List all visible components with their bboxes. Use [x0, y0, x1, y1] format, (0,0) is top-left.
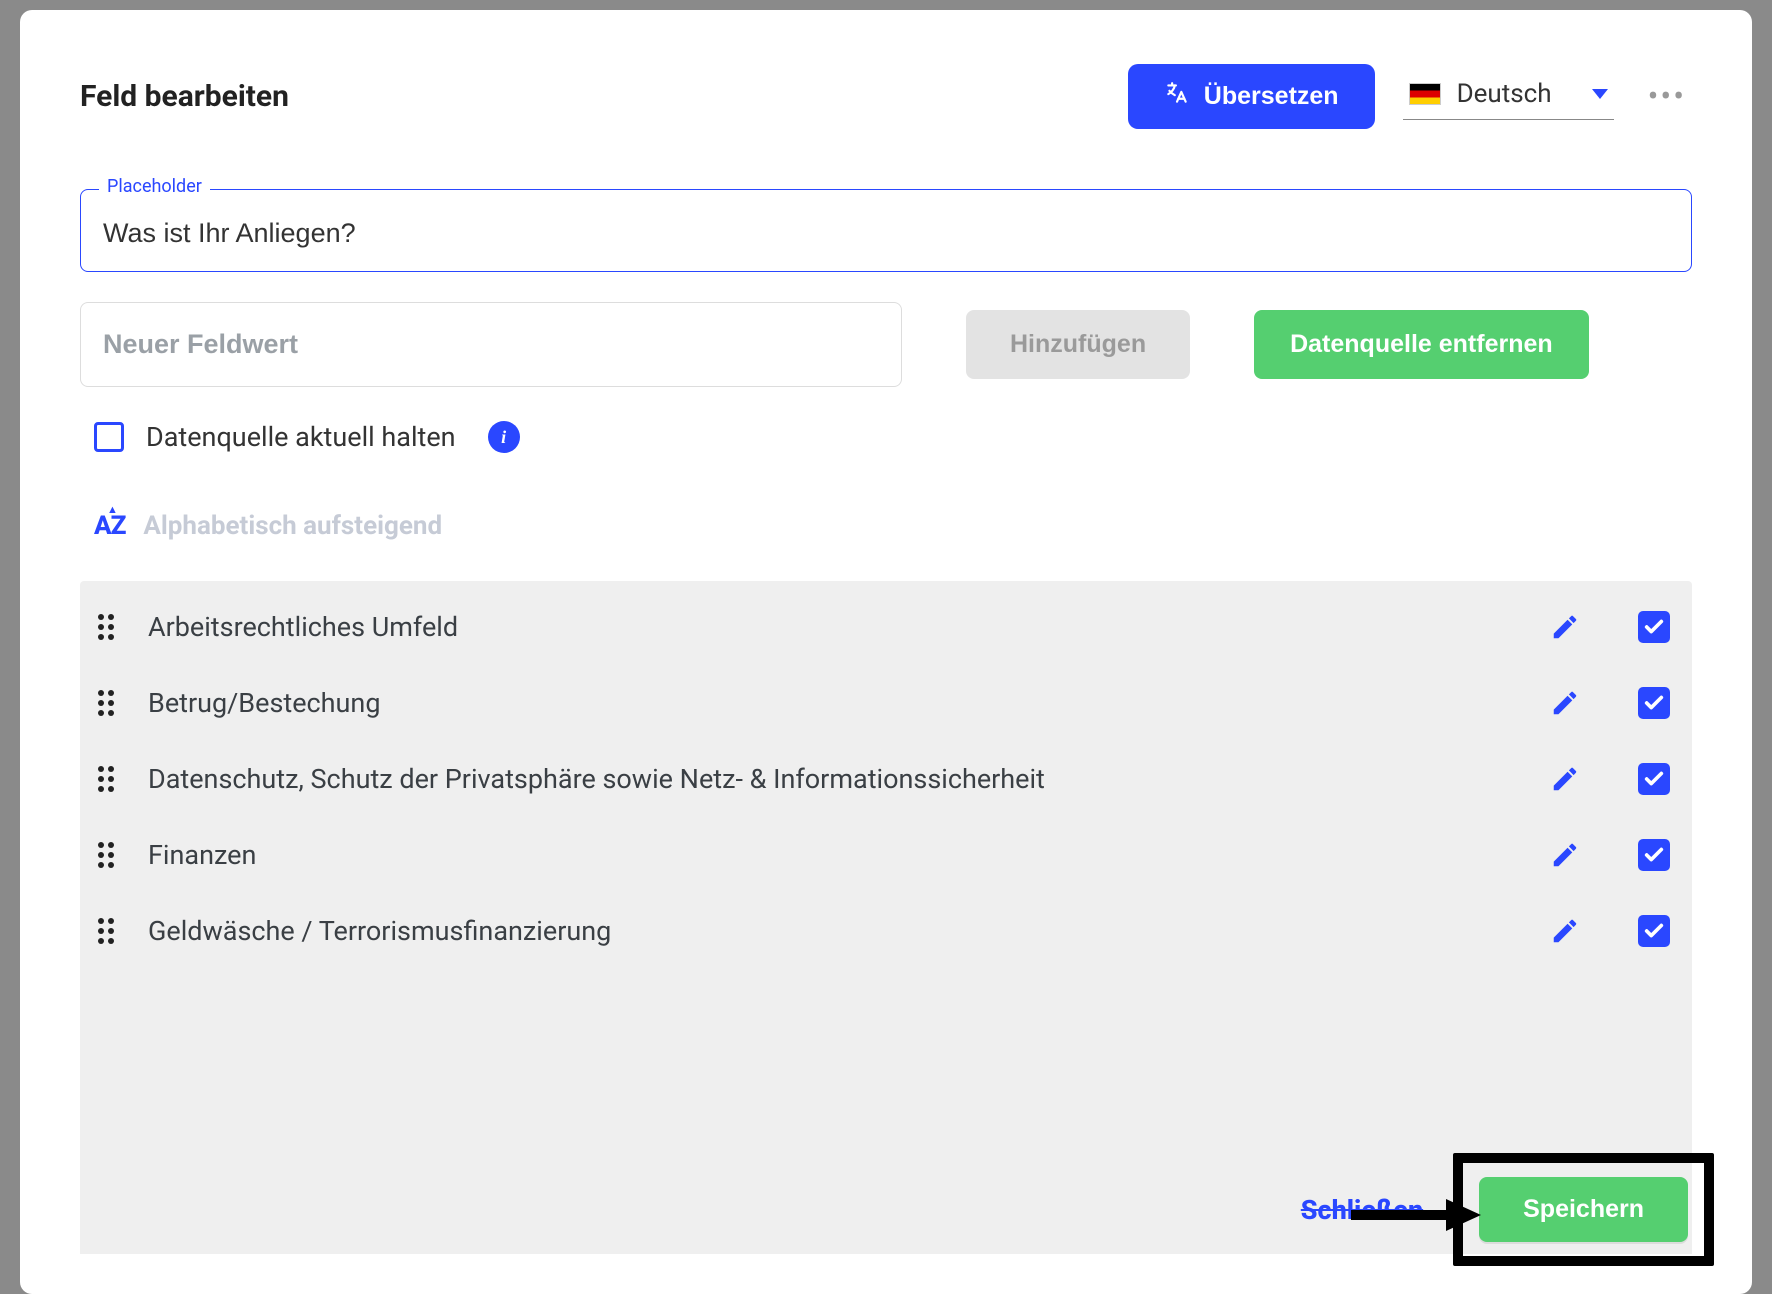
- list-item: Datenschutz, Schutz der Privatsphäre sow…: [80, 741, 1692, 817]
- drag-handle-icon[interactable]: [98, 766, 114, 792]
- save-highlight-annotation: Speichern: [1453, 1153, 1714, 1266]
- list-item: Geldwäsche / Terrorismusfinanzierung: [80, 893, 1692, 969]
- new-value-input[interactable]: [103, 329, 879, 360]
- modal-header: Feld bearbeiten Übersetzen Deutsch •••: [80, 64, 1692, 129]
- chevron-down-icon: [1592, 89, 1608, 99]
- modal-footer: Schließen Speichern: [1301, 1153, 1714, 1266]
- save-button[interactable]: Speichern: [1479, 1177, 1688, 1242]
- sort-az-icon: A▲Z: [94, 511, 125, 541]
- remove-datasource-button[interactable]: Datenquelle entfernen: [1254, 310, 1589, 379]
- keep-current-row: Datenquelle aktuell halten i: [80, 421, 1692, 453]
- list-item: Betrug/Bestechung: [80, 665, 1692, 741]
- modal-title: Feld bearbeiten: [80, 79, 289, 114]
- flag-de-icon: [1409, 83, 1441, 105]
- placeholder-field: Placeholder: [80, 189, 1692, 272]
- placeholder-input[interactable]: [103, 218, 1669, 249]
- option-label: Datenschutz, Schutz der Privatsphäre sow…: [148, 763, 1516, 795]
- add-button[interactable]: Hinzufügen: [966, 310, 1190, 379]
- list-item: Finanzen: [80, 817, 1692, 893]
- drag-handle-icon[interactable]: [98, 614, 114, 640]
- header-controls: Übersetzen Deutsch •••: [1128, 64, 1692, 129]
- language-label: Deutsch: [1457, 79, 1552, 109]
- edit-icon[interactable]: [1550, 840, 1580, 870]
- list-item: Arbeitsrechtliches Umfeld: [80, 589, 1692, 665]
- drag-handle-icon[interactable]: [98, 918, 114, 944]
- translate-button[interactable]: Übersetzen: [1128, 64, 1375, 129]
- close-button[interactable]: Schließen: [1301, 1194, 1427, 1226]
- option-checkbox[interactable]: [1638, 687, 1670, 719]
- translate-icon: [1164, 80, 1190, 113]
- sort-label: Alphabetisch aufsteigend: [143, 511, 442, 541]
- placeholder-legend: Placeholder: [99, 176, 210, 197]
- option-checkbox[interactable]: [1638, 763, 1670, 795]
- edit-icon[interactable]: [1550, 916, 1580, 946]
- edit-icon[interactable]: [1550, 612, 1580, 642]
- edit-icon[interactable]: [1550, 688, 1580, 718]
- option-label: Betrug/Bestechung: [148, 687, 1516, 719]
- option-checkbox[interactable]: [1638, 915, 1670, 947]
- option-checkbox[interactable]: [1638, 611, 1670, 643]
- more-menu-button[interactable]: •••: [1642, 88, 1692, 106]
- info-icon[interactable]: i: [488, 421, 520, 453]
- sort-button[interactable]: A▲Z Alphabetisch aufsteigend: [80, 511, 1692, 541]
- drag-handle-icon[interactable]: [98, 842, 114, 868]
- language-select[interactable]: Deutsch: [1403, 73, 1614, 120]
- drag-handle-icon[interactable]: [98, 690, 114, 716]
- option-label: Arbeitsrechtliches Umfeld: [148, 611, 1516, 643]
- option-label: Geldwäsche / Terrorismusfinanzierung: [148, 915, 1516, 947]
- option-checkbox[interactable]: [1638, 839, 1670, 871]
- close-button-label: Schließen: [1301, 1194, 1423, 1226]
- edit-icon[interactable]: [1550, 764, 1580, 794]
- new-value-field: [80, 302, 902, 387]
- keep-current-checkbox[interactable]: [94, 422, 124, 452]
- edit-field-modal: Feld bearbeiten Übersetzen Deutsch ••• P…: [20, 10, 1752, 1294]
- option-label: Finanzen: [148, 839, 1516, 871]
- translate-button-label: Übersetzen: [1204, 82, 1339, 111]
- new-value-row: Hinzufügen Datenquelle entfernen: [80, 302, 1692, 387]
- keep-current-label: Datenquelle aktuell halten: [146, 421, 456, 453]
